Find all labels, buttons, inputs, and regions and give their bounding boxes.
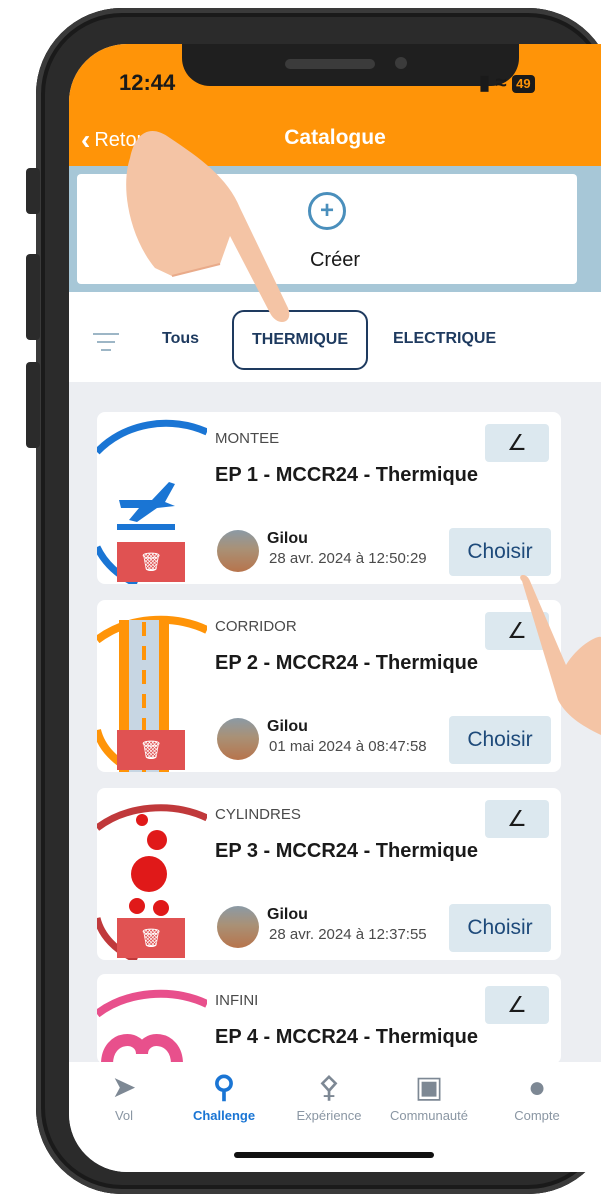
challenge-card: 🗑 MONTEE EP 1 - MCCR24 - Thermique ∠ Gil… xyxy=(97,412,561,584)
volume-up-button xyxy=(26,254,40,340)
card-date: 01 mai 2024 à 08:47:58 xyxy=(269,738,427,755)
trash-icon: 🗑 xyxy=(139,740,163,760)
trash-icon: 🗑 xyxy=(139,928,163,948)
nav-challenge[interactable]: ⚲ Challenge xyxy=(174,1068,274,1123)
mute-switch xyxy=(26,168,40,214)
nav-label: Challenge xyxy=(192,1108,256,1123)
home-indicator xyxy=(234,1152,434,1158)
card-title: EP 1 - MCCR24 - Thermique xyxy=(215,464,479,486)
delete-button[interactable]: 🗑 xyxy=(117,918,185,958)
edit-button[interactable]: ∠ xyxy=(485,986,549,1024)
nav-label: Vol xyxy=(114,1108,134,1123)
pencil-icon: ∠ xyxy=(507,430,527,455)
challenge-card: 🗑 CORRIDOR EP 2 - MCCR24 - Thermique ∠ G… xyxy=(97,600,561,772)
nav-label: Expérience xyxy=(296,1108,362,1123)
pointing-hand-illustration-2 xyxy=(520,575,601,735)
volume-down-button xyxy=(26,362,40,448)
tab-electrique[interactable]: ELECTRIQUE xyxy=(393,330,496,348)
card-title: EP 2 - MCCR24 - Thermique xyxy=(215,652,479,674)
card-date: 28 avr. 2024 à 12:50:29 xyxy=(269,550,427,567)
nav-vol[interactable]: ➤ Vol xyxy=(74,1068,174,1123)
edit-button[interactable]: ∠ xyxy=(485,424,549,462)
nav-label: Communauté xyxy=(389,1108,469,1123)
delete-button[interactable]: 🗑 xyxy=(117,730,185,770)
filter-icon[interactable] xyxy=(93,333,119,357)
card-date: 28 avr. 2024 à 12:37:55 xyxy=(269,926,427,943)
nav-compte[interactable]: ● Compte xyxy=(487,1068,587,1123)
author-name: Gilou xyxy=(267,530,308,547)
user-icon: ● xyxy=(527,1071,547,1104)
status-icons: ▮ ≈ 49 xyxy=(479,70,535,95)
card-category: CYLINDRES xyxy=(215,806,301,823)
paper-plane-icon: ➤ xyxy=(111,1071,137,1104)
nav-label: Compte xyxy=(514,1108,560,1123)
choose-button[interactable]: Choisir xyxy=(449,528,551,576)
speaker-grille xyxy=(285,59,375,69)
pencil-icon: ∠ xyxy=(507,992,527,1017)
choose-button[interactable]: Choisir xyxy=(449,904,551,952)
wifi-icon: ≈ xyxy=(495,72,507,94)
card-title: EP 3 - MCCR24 - Thermique xyxy=(215,840,479,862)
nav-experience[interactable]: ⚴ Expérience xyxy=(279,1068,379,1123)
community-icon: ▣ xyxy=(414,1071,444,1104)
pencil-icon: ∠ xyxy=(507,806,527,831)
front-camera xyxy=(395,57,407,69)
nav-communaute[interactable]: ▣ Communauté xyxy=(379,1068,479,1123)
battery-icon: 49 xyxy=(512,74,535,93)
author-name: Gilou xyxy=(267,906,308,923)
card-category: CORRIDOR xyxy=(215,618,297,635)
add-plane-icon: + xyxy=(308,192,346,230)
card-category: MONTEE xyxy=(215,430,280,447)
challenge-card: INFINI EP 4 - MCCR24 - Thermique ∠ xyxy=(97,974,561,1064)
joystick-icon: ⚴ xyxy=(318,1071,340,1104)
infinity-thumbnail xyxy=(97,989,207,1064)
award-ribbon-icon: ⚲ xyxy=(213,1071,235,1104)
author-name: Gilou xyxy=(267,718,308,735)
delete-button[interactable]: 🗑 xyxy=(117,542,185,582)
edit-button[interactable]: ∠ xyxy=(485,800,549,838)
card-category: INFINI xyxy=(215,992,259,1009)
pointing-hand-illustration xyxy=(126,130,290,323)
signal-icon: ▮ xyxy=(479,72,491,94)
avatar xyxy=(217,718,259,760)
card-title: EP 4 - MCCR24 - Thermique xyxy=(215,1026,479,1048)
challenge-card: 🗑 CYLINDRES EP 3 - MCCR24 - Thermique ∠ … xyxy=(97,788,561,960)
trash-icon: 🗑 xyxy=(139,552,163,572)
status-time: 12:44 xyxy=(119,70,176,95)
avatar xyxy=(217,906,259,948)
avatar xyxy=(217,530,259,572)
